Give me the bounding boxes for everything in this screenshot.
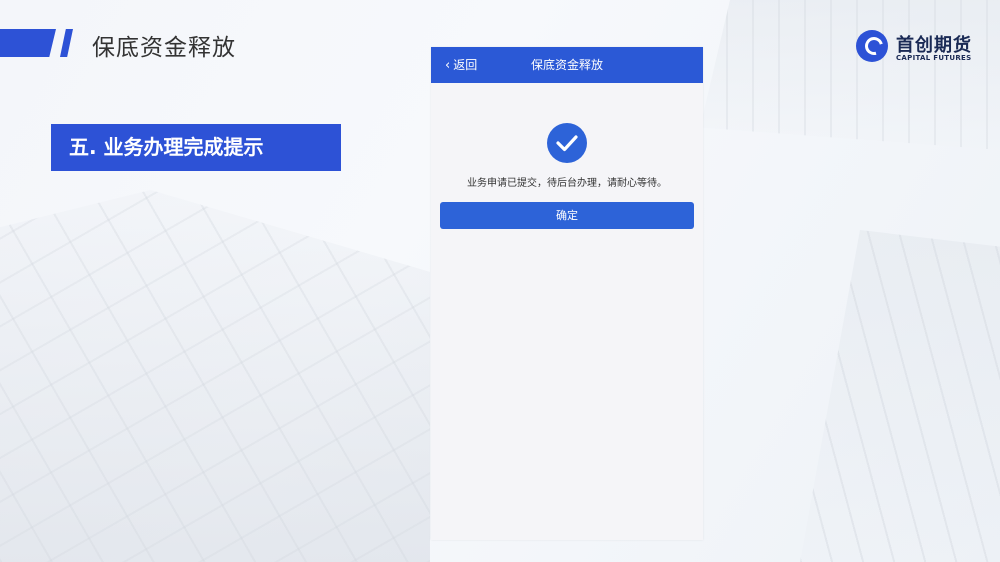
confirm-button[interactable]: 确定 bbox=[440, 202, 694, 229]
nav-title: 保底资金释放 bbox=[530, 58, 603, 72]
background-building-top-right bbox=[700, 0, 1000, 150]
company-logo: 首创期货 CAPITAL FUTURES bbox=[856, 30, 986, 66]
slide-title: 保底资金释放 bbox=[92, 35, 236, 61]
phone-screen: ‹ 返回 保底资金释放 业务申请已提交，待后台办理，请耐心等待。 确定 bbox=[431, 47, 703, 540]
checkmark-circle-icon bbox=[547, 123, 587, 163]
header-accent-slash bbox=[60, 29, 73, 57]
background-building-bottom-right bbox=[800, 230, 1000, 562]
header-accent-bar bbox=[0, 29, 56, 57]
section-label: 五. 业务办理完成提示 bbox=[51, 124, 341, 171]
nav-bar: ‹ 返回 保底资金释放 bbox=[431, 47, 703, 83]
background-building-left bbox=[0, 190, 430, 562]
status-message: 业务申请已提交，待后台办理，请耐心等待。 bbox=[467, 178, 667, 189]
logo-name-en: CAPITAL FUTURES bbox=[896, 54, 972, 62]
logo-mark-icon bbox=[856, 30, 888, 62]
